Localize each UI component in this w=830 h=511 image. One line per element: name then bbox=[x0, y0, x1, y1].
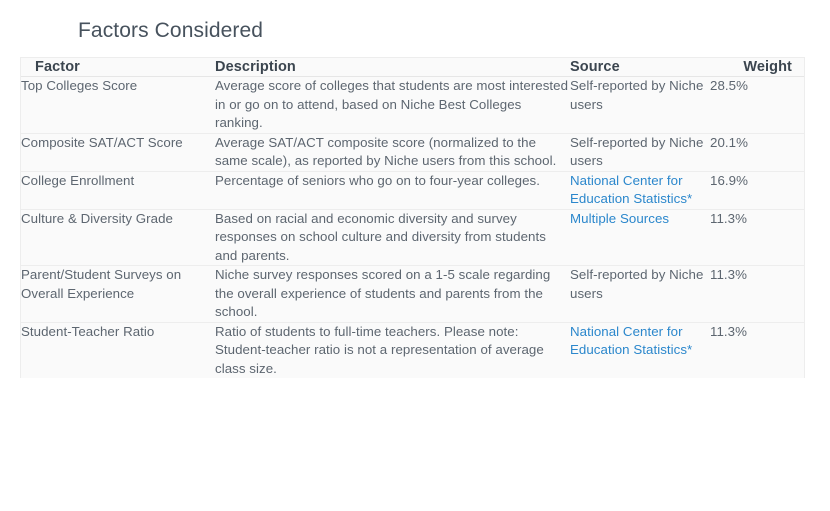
table-header: Factor Description Source Weight bbox=[21, 58, 804, 77]
column-header-source: Source bbox=[570, 58, 710, 77]
cell-description: Percentage of seniors who go on to four-… bbox=[215, 172, 540, 188]
source-text: Self-reported by Niche users bbox=[570, 267, 704, 301]
table-row: College Enrollment Percentage of seniors … bbox=[21, 171, 804, 209]
cell-description: Ratio of students to full-time teachers.… bbox=[215, 323, 544, 376]
table-row: Parent/Student Surveys on Overall Experi… bbox=[21, 265, 804, 323]
source-link[interactable]: National Center for Education Statistics… bbox=[570, 173, 692, 207]
table-header-row: Factor Description Source Weight bbox=[21, 58, 804, 77]
cell-factor: Student-Teacher Ratio bbox=[21, 323, 155, 339]
table-body: Top Colleges Score Average score of colle… bbox=[21, 77, 804, 379]
cell-factor: Culture & Diversity Grade bbox=[21, 210, 173, 226]
cell-factor: Parent/Student Surveys on Overall Experi… bbox=[21, 267, 182, 301]
source-text: Self-reported by Niche users bbox=[570, 78, 704, 112]
source-link[interactable]: National Center for Education Statistics… bbox=[570, 324, 692, 358]
cell-source[interactable]: National Center for Education Statistics… bbox=[570, 322, 710, 378]
cell-weight: 28.5% bbox=[710, 78, 748, 93]
cell-source: Self-reported by Niche users bbox=[570, 77, 710, 134]
source-link[interactable]: Multiple Sources bbox=[570, 211, 669, 226]
column-header-description: Description bbox=[215, 58, 570, 77]
factors-considered-page: Factors Considered Factor Description So… bbox=[0, 0, 830, 511]
cell-weight: 11.3% bbox=[710, 267, 747, 282]
cell-weight: 20.1% bbox=[710, 134, 748, 150]
table-row: Composite SAT/ACT Score Average SAT/ACT c… bbox=[21, 133, 804, 171]
cell-factor: Top Colleges Score bbox=[21, 78, 138, 93]
table-row: Student-Teacher Ratio Ratio of students t… bbox=[21, 322, 804, 378]
cell-factor: Composite SAT/ACT Score bbox=[21, 134, 183, 150]
column-header-factor: Factor bbox=[21, 58, 215, 77]
cell-description: Average SAT/ACT composite score (normali… bbox=[215, 134, 557, 169]
cell-factor: College Enrollment bbox=[21, 172, 135, 188]
cell-description: Average score of colleges that students … bbox=[215, 78, 569, 130]
cell-source: Self-reported by Niche users bbox=[570, 133, 710, 171]
page-title: Factors Considered bbox=[78, 19, 264, 43]
factors-table-container: Factor Description Source Weight Top Col… bbox=[20, 57, 805, 378]
cell-description: Based on racial and economic diversity a… bbox=[215, 210, 546, 263]
cell-weight: 16.9% bbox=[710, 172, 748, 188]
cell-weight: 11.3% bbox=[710, 210, 747, 226]
factors-table: Factor Description Source Weight Top Col… bbox=[21, 58, 804, 378]
cell-source[interactable]: National Center for Education Statistics… bbox=[570, 171, 710, 209]
table-row: Culture & Diversity Grade Based on racial… bbox=[21, 209, 804, 266]
column-header-weight: Weight bbox=[710, 58, 804, 77]
table-row: Top Colleges Score Average score of colle… bbox=[21, 77, 804, 134]
source-text: Self-reported by Niche users bbox=[570, 134, 704, 169]
cell-description: Niche survey responses scored on a 1-5 s… bbox=[215, 267, 551, 319]
cell-weight: 11.3% bbox=[710, 323, 747, 339]
cell-source[interactable]: Multiple Sources bbox=[570, 209, 710, 266]
cell-source: Self-reported by Niche users bbox=[570, 266, 710, 323]
